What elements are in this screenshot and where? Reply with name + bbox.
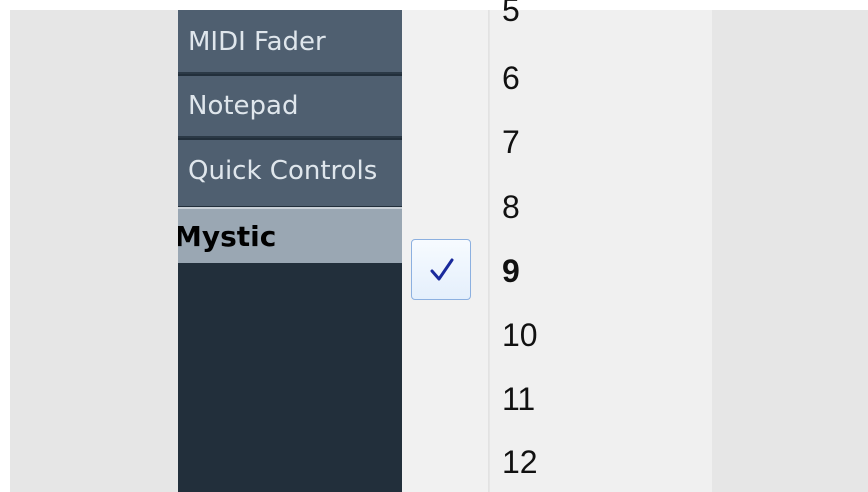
menu-item-10[interactable]: 10: [502, 315, 538, 355]
sidebar-item-label: Mystic: [178, 220, 277, 253]
menu-item-5[interactable]: 5: [502, 0, 520, 30]
sidebar-item-mystic[interactable]: Mystic: [178, 207, 402, 263]
menu-item-8[interactable]: 8: [502, 187, 520, 227]
menu-item-12[interactable]: 12: [502, 442, 538, 482]
menu-item-9[interactable]: 9: [502, 251, 520, 291]
menu-item-11[interactable]: 11: [502, 379, 535, 419]
sidebar-item-label: MIDI Fader: [188, 27, 326, 57]
checkmark-icon: [430, 258, 454, 281]
selected-indicator: [411, 239, 471, 300]
menu-item-7[interactable]: 7: [502, 122, 520, 162]
sidebar-item-quick-controls[interactable]: Quick Controls: [178, 140, 402, 206]
menu-item-6[interactable]: 6: [502, 58, 520, 98]
dropdown-menu: [490, 10, 712, 492]
sidebar-item-notepad[interactable]: Notepad: [178, 76, 402, 138]
sidebar-item-label: Notepad: [188, 91, 299, 121]
sidebar-item-midi-fader[interactable]: MIDI Fader: [178, 10, 402, 74]
sidebar-item-label: Quick Controls: [188, 156, 378, 186]
